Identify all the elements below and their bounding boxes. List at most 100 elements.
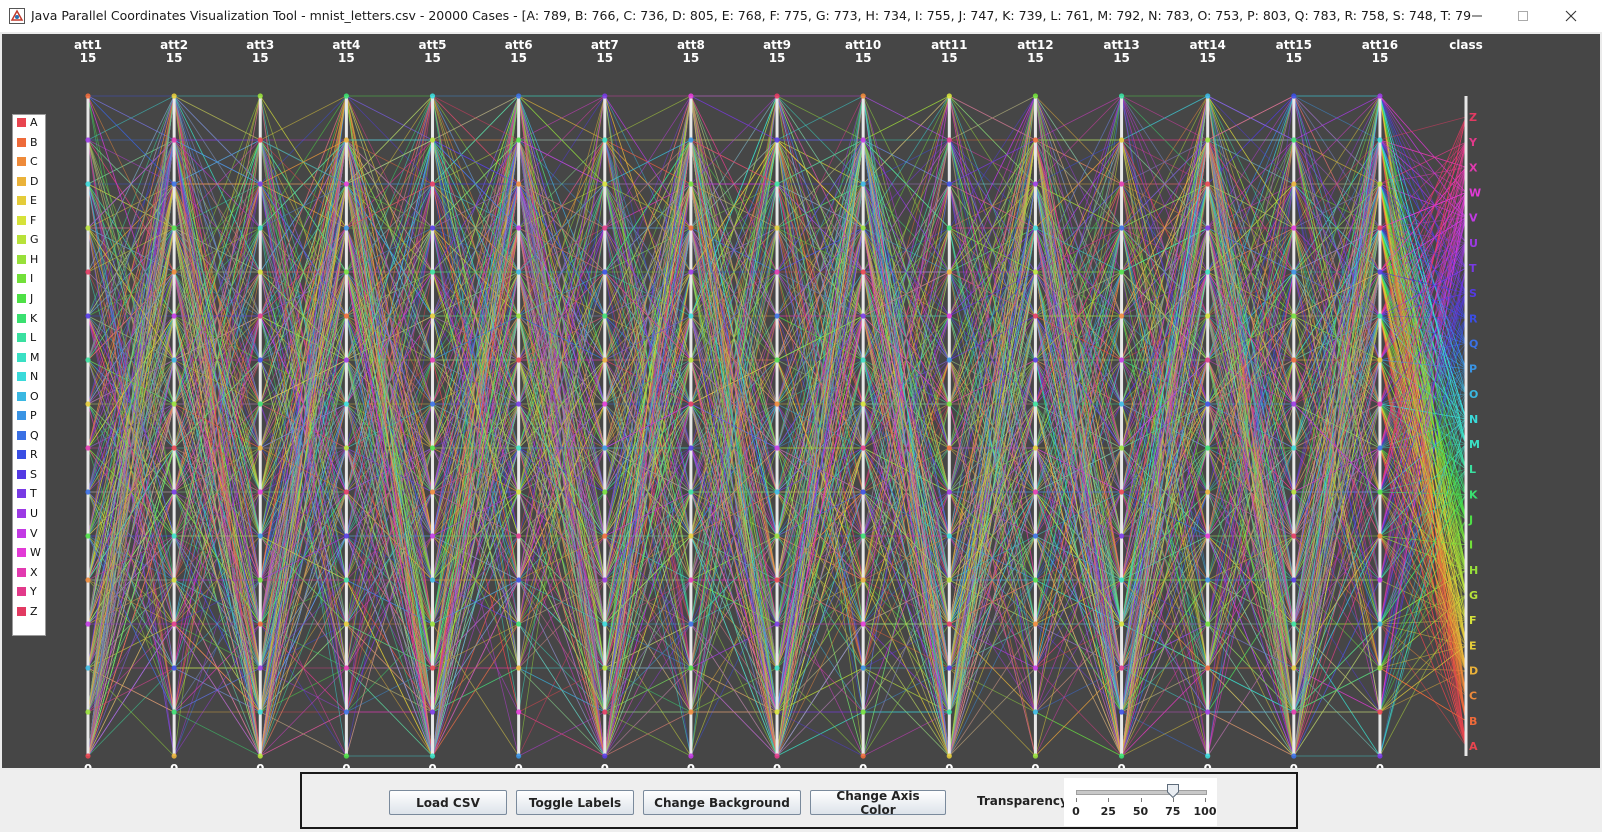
axis-value-marker (1118, 445, 1125, 451)
axis-value-marker (946, 137, 952, 143)
change-axis-color-button[interactable]: Change Axis Color (810, 789, 946, 817)
axis-value-marker (860, 401, 866, 407)
parallel-coordinates-plot[interactable]: att1150att2150att3150att4150att5150att61… (2, 34, 1600, 768)
axis-value-marker (1377, 225, 1383, 231)
legend-swatch (17, 372, 26, 382)
legend-label: A (30, 116, 38, 129)
axis-value-marker (1377, 533, 1383, 539)
minimize-icon[interactable] (1454, 0, 1500, 32)
axis-value-marker (860, 313, 866, 319)
legend-swatch (17, 469, 26, 479)
legend-swatch (17, 254, 26, 264)
axis-value-marker (257, 577, 263, 583)
legend-swatch (17, 450, 26, 460)
axis-value-marker (1291, 445, 1297, 451)
legend-swatch (17, 352, 26, 362)
axis-value-marker (171, 269, 177, 275)
transparency-slider[interactable]: 0 25 50 75 100 (1064, 778, 1217, 826)
axis-value-marker (774, 621, 780, 627)
axis-value-marker (860, 445, 866, 451)
legend-item: Q (13, 426, 45, 446)
legend-item: K (13, 309, 45, 329)
axis-min-label: 0 (1376, 762, 1384, 768)
axis-value-marker (946, 753, 952, 759)
axis-value-marker (171, 313, 177, 319)
class-label: F (1469, 614, 1477, 627)
legend-item: H (13, 250, 45, 270)
slider-tick-label: 25 (1100, 805, 1116, 818)
axis-value-marker (602, 401, 608, 407)
class-label: V (1469, 212, 1478, 225)
axis-value-marker (257, 489, 263, 495)
axis-name-label: att1 (74, 38, 102, 52)
axis-value-marker (1377, 93, 1383, 99)
axis-min-label: 0 (1117, 762, 1125, 768)
axis-value-marker (1377, 753, 1383, 759)
toggle-labels-button[interactable]: Toggle Labels (516, 790, 634, 815)
legend-item: X (13, 563, 45, 583)
legend-swatch (17, 196, 26, 206)
axis-value-marker (1205, 181, 1211, 187)
axis-value-marker (1118, 709, 1125, 715)
axis-value-marker (602, 709, 608, 715)
axis-name-label: att7 (591, 38, 619, 52)
axis-value-marker (1205, 489, 1211, 495)
axis-value-marker (516, 533, 522, 539)
legend-label: F (30, 213, 37, 227)
java-app-icon (9, 8, 25, 24)
axis-value-marker (1205, 269, 1211, 275)
legend-item: F (13, 211, 45, 231)
axis-min-label: 0 (687, 762, 695, 768)
axis-value-marker (774, 401, 780, 407)
axis-value-marker (1377, 357, 1383, 363)
axis-value-marker (85, 181, 91, 187)
axis-value-marker (860, 489, 866, 495)
legend-label: C (30, 155, 38, 169)
maximize-icon[interactable] (1500, 0, 1546, 32)
slider-track[interactable] (1076, 790, 1207, 795)
axis-value-marker (860, 225, 866, 231)
axis-value-marker (343, 445, 349, 451)
axis-value-marker (516, 577, 522, 583)
axis-value-marker (946, 709, 952, 715)
axis-value-marker (1377, 313, 1383, 319)
axis-name-label: att3 (246, 38, 274, 52)
axis-value-marker (171, 709, 177, 715)
axis-value-marker (1291, 533, 1297, 539)
axis-value-marker (1291, 93, 1297, 99)
axis-value-marker (946, 489, 952, 495)
axis-value-marker (171, 181, 177, 187)
axis-value-marker (343, 577, 349, 583)
title-bar: Java Parallel Coordinates Visualization … (0, 0, 1602, 33)
class-label: Q (1469, 337, 1478, 350)
axis-value-marker (429, 401, 436, 407)
axis-value-marker (1291, 313, 1297, 319)
axis-value-marker (1377, 489, 1383, 495)
legend-label: J (30, 291, 34, 305)
axis-value-marker (1032, 313, 1039, 319)
axis-value-marker (257, 445, 263, 451)
axis-value-marker (1032, 269, 1039, 275)
class-label: M (1469, 438, 1480, 451)
legend-label: D (30, 174, 39, 188)
axis-value-marker (85, 445, 91, 451)
close-icon[interactable] (1548, 0, 1594, 32)
axis-value-marker (688, 709, 694, 715)
axis-max-label: 15 (1285, 51, 1302, 65)
slider-thumb[interactable] (1166, 784, 1179, 798)
legend-item: C (13, 152, 45, 172)
axis-value-marker (946, 225, 952, 231)
axis-min-label: 0 (1204, 762, 1212, 768)
axis-value-marker (774, 577, 780, 583)
axis-value-marker (1118, 137, 1125, 143)
load-csv-button[interactable]: Load CSV (389, 790, 507, 815)
axis-value-marker (171, 357, 177, 363)
axis-value-marker (774, 445, 780, 451)
legend-label: N (30, 370, 39, 384)
axis-max-label: 15 (1372, 51, 1389, 65)
change-background-button[interactable]: Change Background (643, 790, 801, 815)
class-label: W (1469, 186, 1481, 199)
legend-item: B (13, 133, 45, 153)
axis-value-marker (343, 137, 349, 143)
axis-min-label: 0 (428, 762, 436, 768)
